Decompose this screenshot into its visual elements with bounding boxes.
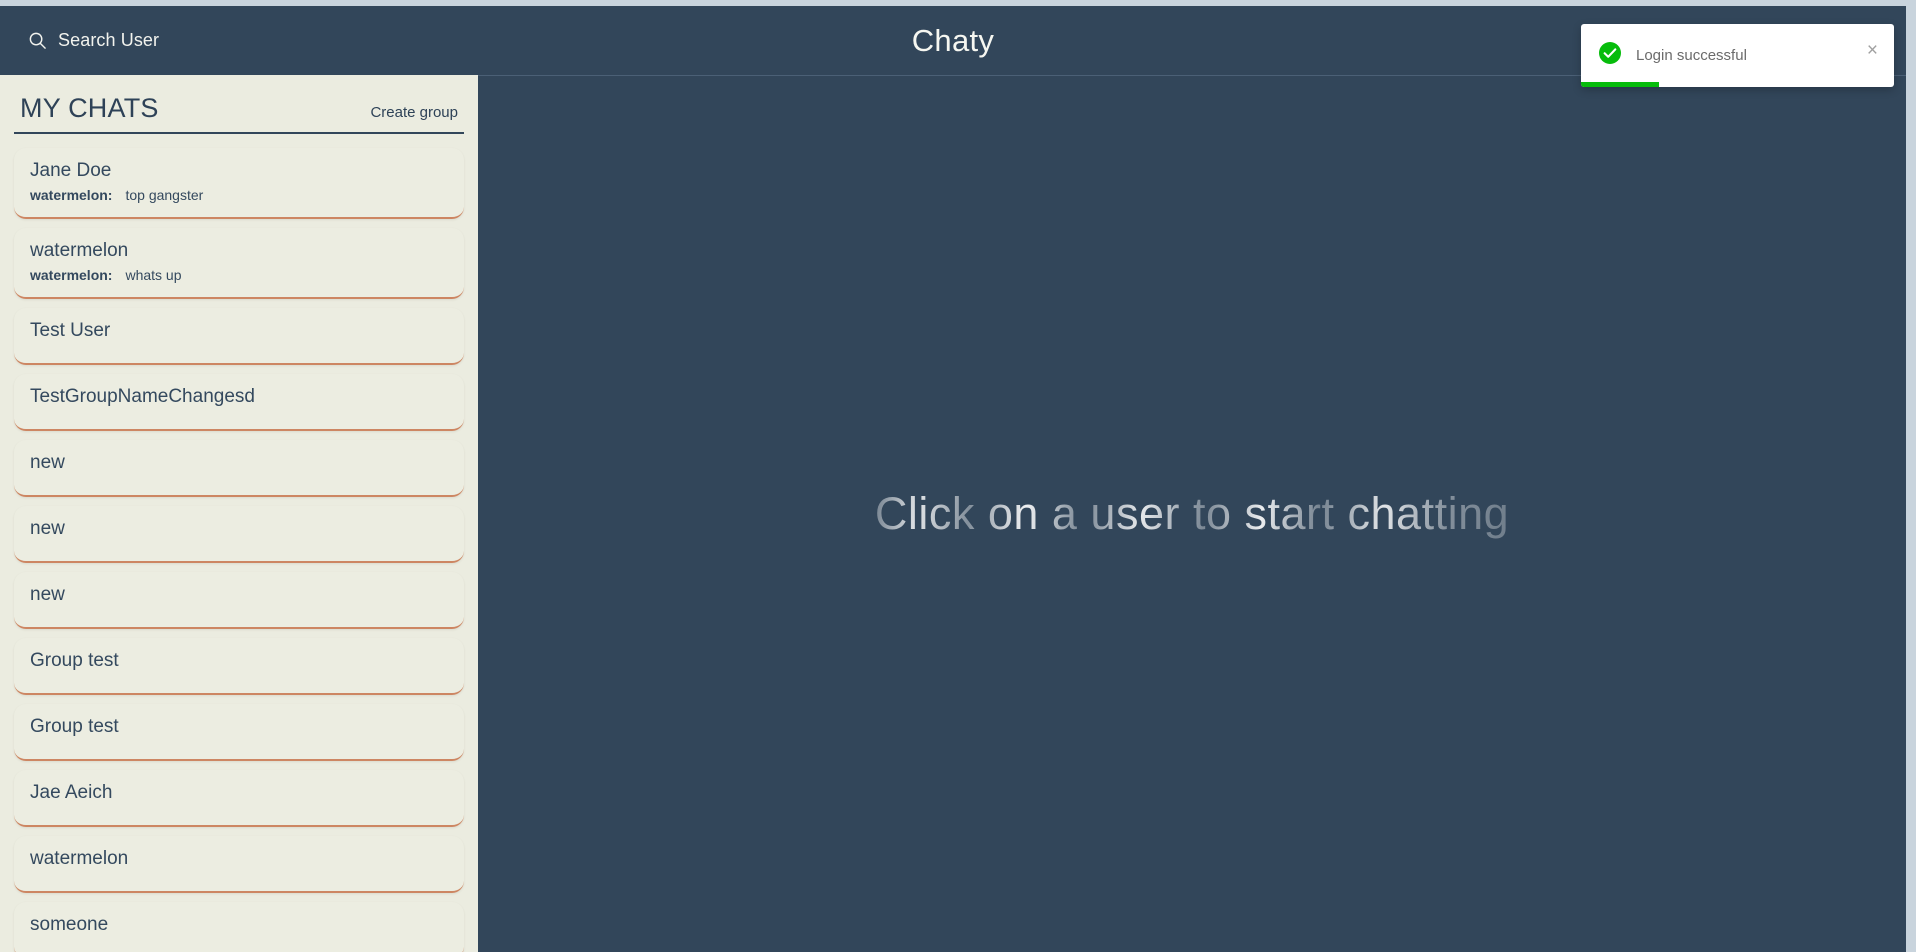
- chat-list-item[interactable]: Test User: [14, 307, 464, 365]
- chat-list-item[interactable]: someone: [14, 901, 464, 952]
- search-user-button[interactable]: Search User: [20, 24, 167, 57]
- chat-item-name: Jae Aeich: [30, 781, 113, 803]
- toast-notification[interactable]: Login successful ×: [1581, 24, 1894, 87]
- chat-item-name: TestGroupNameChangesd: [30, 385, 255, 407]
- chat-item-preview: watermelon: top gangster: [30, 187, 448, 203]
- toast-body: Login successful ×: [1581, 24, 1894, 87]
- chat-item-preview: watermelon: whats up: [30, 267, 448, 283]
- chat-item-preview-sender: watermelon:: [30, 266, 113, 283]
- chat-list-sidebar[interactable]: MY CHATS Create group Jane Doe watermelon…: [0, 75, 478, 952]
- chat-list-item[interactable]: new: [14, 571, 464, 629]
- chat-item-preview-message: top gangster: [125, 186, 204, 203]
- chat-list: Jane Doe watermelon: top gangster watermelo…: [14, 148, 464, 952]
- sidebar-header: MY CHATS Create group: [14, 89, 464, 134]
- chat-list-item[interactable]: Jane Doe watermelon: top gangster: [14, 148, 464, 219]
- chat-list-item[interactable]: Jae Aeich: [14, 769, 464, 827]
- chat-list-item[interactable]: new: [14, 505, 464, 563]
- search-icon: [28, 31, 47, 50]
- chat-item-name: watermelon: [30, 847, 129, 869]
- toast-progress-track: [1581, 82, 1894, 87]
- chat-item-name: someone: [30, 913, 109, 935]
- chat-list-item[interactable]: watermelon watermelon: whats up: [14, 227, 464, 299]
- chat-item-name: Test User: [30, 319, 111, 341]
- toast-progress-bar: [1581, 82, 1660, 87]
- search-user-label: Search User: [58, 30, 160, 50]
- chat-item-name: new: [30, 583, 65, 605]
- chat-item-name: Jane Doe: [30, 160, 112, 181]
- chat-item-preview-message: whats up: [125, 266, 182, 283]
- empty-state-message: Click on a user to start chatting: [875, 488, 1509, 540]
- chat-list-item[interactable]: Group test: [14, 637, 464, 695]
- close-icon[interactable]: ×: [1865, 41, 1880, 60]
- empty-state-text: Click on a user to start chatting: [874, 488, 1510, 539]
- chat-item-name: Group test: [30, 715, 119, 737]
- chat-main-panel: Click on a user to start chatting: [478, 75, 1906, 952]
- create-group-button[interactable]: Create group: [370, 104, 458, 121]
- chat-item-name: watermelon: [30, 239, 129, 261]
- chat-list-item[interactable]: new: [14, 439, 464, 497]
- chat-list-item[interactable]: Group test: [14, 703, 464, 761]
- toast-message: Login successful: [1636, 47, 1747, 64]
- sidebar-heading: MY CHATS: [20, 93, 159, 123]
- app-root: Search User Chaty t MY CHATS Create grou…: [0, 0, 1916, 952]
- check-circle-icon: [1598, 41, 1622, 70]
- chat-list-item[interactable]: watermelon: [14, 835, 464, 893]
- chat-item-preview-sender: watermelon:: [30, 186, 113, 203]
- chat-list-item[interactable]: TestGroupNameChangesd: [14, 373, 464, 431]
- chat-item-name: new: [30, 451, 65, 473]
- chat-item-name: Group test: [30, 649, 119, 671]
- chat-item-name: new: [30, 517, 65, 539]
